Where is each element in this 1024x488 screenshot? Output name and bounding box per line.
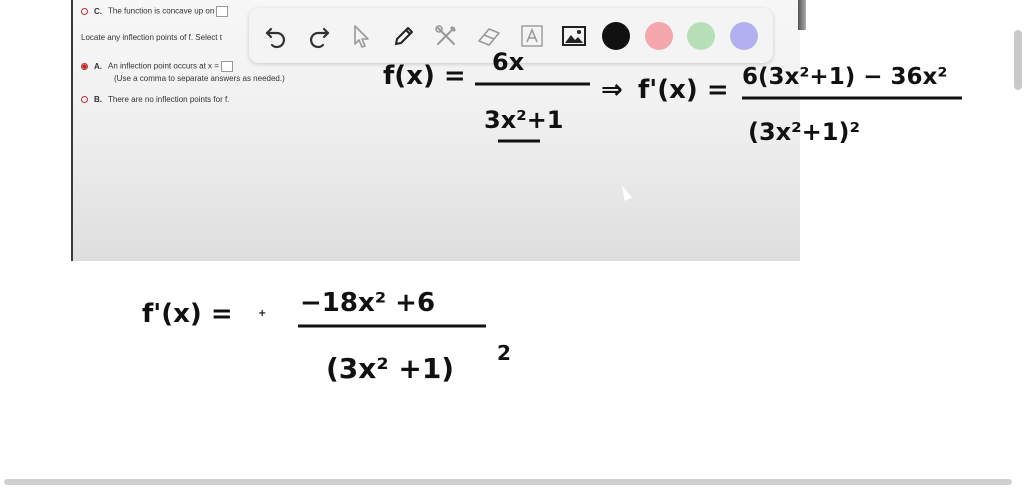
vertical-scrollbar[interactable] bbox=[1014, 30, 1022, 90]
undo-icon[interactable] bbox=[261, 21, 291, 51]
small-plus-mark: + bbox=[258, 308, 266, 319]
pen-icon[interactable] bbox=[389, 21, 419, 51]
option-b-letter: B. bbox=[94, 95, 102, 104]
select-pointer-icon[interactable] bbox=[346, 21, 376, 51]
color-swatch-green[interactable] bbox=[687, 21, 716, 50]
mouse-cursor-icon bbox=[617, 183, 633, 201]
option-c-answer-box[interactable] bbox=[216, 6, 229, 17]
option-b-radio[interactable] bbox=[81, 96, 88, 104]
option-a-text: An inflection point occurs at x = bbox=[108, 61, 219, 71]
option-a-note: (Use a comma to separate answers as need… bbox=[114, 74, 285, 83]
text-icon[interactable] bbox=[517, 21, 547, 51]
option-b-row[interactable]: B. There are no inflection points for f. bbox=[81, 95, 229, 104]
fpx-denominator-exponent: 2 bbox=[497, 341, 511, 365]
option-a-radio[interactable] bbox=[81, 63, 88, 70]
redo-icon[interactable] bbox=[304, 21, 334, 51]
option-c-text: The function is concave up on bbox=[108, 6, 215, 16]
fpx-denominator: (3x² +1) bbox=[326, 352, 454, 385]
option-c-letter: C. bbox=[94, 6, 102, 16]
eraser-icon[interactable] bbox=[474, 21, 504, 51]
option-a-row[interactable]: A. An inflection point occurs at x = bbox=[81, 61, 233, 72]
question-text: Locate any inflection points of f. Selec… bbox=[81, 33, 222, 42]
option-a-answer-box[interactable] bbox=[220, 61, 233, 72]
fpx-numerator: −18x² +6 bbox=[300, 288, 435, 318]
option-c-radio[interactable] bbox=[81, 8, 88, 15]
option-a-letter: A. bbox=[94, 61, 102, 71]
color-swatch-pink[interactable] bbox=[644, 21, 673, 50]
image-icon[interactable] bbox=[559, 21, 589, 51]
horizontal-scrollbar[interactable] bbox=[4, 479, 1012, 485]
tools-icon[interactable] bbox=[432, 21, 462, 51]
fpx-label: f'(x) = bbox=[142, 299, 233, 329]
color-swatch-purple[interactable] bbox=[730, 21, 759, 50]
color-swatch-black[interactable] bbox=[602, 21, 630, 50]
option-b-text: There are no inflection points for f. bbox=[108, 95, 230, 104]
drawing-toolbar bbox=[249, 8, 773, 63]
screen-edge bbox=[798, 0, 806, 30]
option-c-row[interactable]: C. The function is concave up on bbox=[81, 6, 229, 17]
